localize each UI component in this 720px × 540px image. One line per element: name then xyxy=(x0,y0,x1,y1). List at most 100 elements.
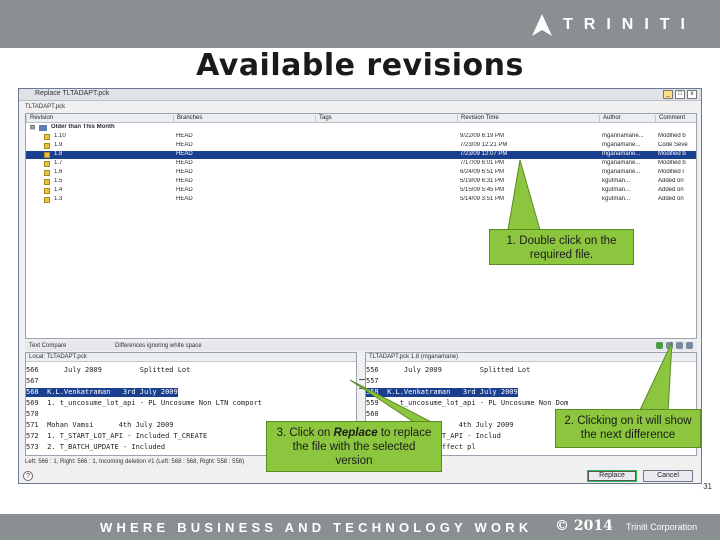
cell-author: mganamane... xyxy=(602,160,641,166)
group-row[interactable]: ⊟ Older than This Month xyxy=(26,124,696,132)
previous-difference-icon[interactable] xyxy=(676,342,683,349)
next-difference-icon[interactable] xyxy=(666,342,673,349)
cell-comment: Code Seve xyxy=(658,142,688,148)
cell-rev: 1.5 xyxy=(54,178,63,184)
minimize-button[interactable]: _ xyxy=(663,90,673,99)
cell-branch: HEAD xyxy=(176,142,193,148)
cell-branch: HEAD xyxy=(176,196,193,202)
maximize-button[interactable]: □ xyxy=(675,90,685,99)
table-row[interactable]: 1.7 HEAD 7/17/09 6:01 PM mganamane... Modifi… xyxy=(26,160,696,168)
code-line: 572 1. T_START_LOT_API - Included T_CREA… xyxy=(26,432,208,440)
next-change-icon[interactable] xyxy=(686,342,693,349)
code-line: 560 xyxy=(366,410,379,418)
cell-rev: 1.6 xyxy=(54,169,63,175)
group-label: Older than This Month xyxy=(51,124,115,130)
file-revision-icon xyxy=(44,197,50,203)
help-icon[interactable]: ? xyxy=(23,471,33,481)
diff-status-text: Left: 566 : 1, Right: 566 : 1, Incoming … xyxy=(25,459,245,465)
cell-rev: 1.9 xyxy=(54,142,63,148)
footer-bar: WHERE BUSINESS AND TECHNOLOGY WORK © 201… xyxy=(0,514,720,540)
table-row[interactable]: 1.6 HEAD 6/24/09 6:51 PM mganamane... Modifi… xyxy=(26,169,696,177)
column-header-author[interactable]: Author xyxy=(599,115,621,123)
column-header-tags[interactable]: Tags xyxy=(315,115,332,123)
cell-comment: Modified r xyxy=(658,169,685,175)
triniti-logo-icon xyxy=(532,14,552,36)
table-row[interactable]: 1.3 HEAD 5/14/09 3:51 PM kgutman... Added on xyxy=(26,196,696,204)
table-row[interactable]: 1.9 HEAD 7/23/09 12:21 PM mganamane... Code … xyxy=(26,142,696,150)
ignore-whitespace-option[interactable]: Differences ignoring white space xyxy=(115,343,202,349)
cell-time: 5/14/09 3:51 PM xyxy=(460,196,505,202)
cell-rev: 1.10 xyxy=(54,133,66,139)
cell-time: 5/19/09 6:31 PM xyxy=(460,178,505,184)
column-header-revision-time[interactable]: Revision Time xyxy=(457,115,499,123)
revision-table: Revision Branches Tags Revision Time Aut… xyxy=(25,113,697,339)
code-line: 559 1. t_uncosume_lot_api - PL Uncosume … xyxy=(366,399,569,407)
footer-copyright: © 2014 xyxy=(555,518,613,534)
logo-text: TRINITI xyxy=(563,16,696,33)
file-revision-icon xyxy=(44,161,50,167)
cell-rev: 1.4 xyxy=(54,187,63,193)
column-header-branches[interactable]: Branches xyxy=(173,115,202,123)
code-line: 567 xyxy=(26,377,39,385)
close-button[interactable]: x xyxy=(687,90,697,99)
file-revision-icon xyxy=(44,143,50,149)
compare-tools xyxy=(656,342,693,349)
calendar-icon xyxy=(39,125,47,131)
column-header-comment[interactable]: Comment xyxy=(655,115,685,123)
cell-branch: HEAD xyxy=(176,151,193,157)
cell-author: mganamane... xyxy=(602,142,641,148)
file-revision-icon xyxy=(44,152,50,158)
code-line: 570 xyxy=(26,410,39,418)
table-row[interactable]: 1.8 HEAD 7/23/09 12:07 PM mganamane... Modif… xyxy=(26,151,696,159)
cell-branch: HEAD xyxy=(176,178,193,184)
triniti-logo: TRINITI xyxy=(529,12,696,38)
copy-right-icon[interactable] xyxy=(656,342,663,349)
dialog-titlebar: Replace TLTADAPT.pck _ □ x xyxy=(19,89,701,101)
slide-title: Available revisions xyxy=(196,48,524,83)
file-revision-icon xyxy=(44,179,50,185)
code-line: 568 K.L.Venkatraman 3rd July 2009 xyxy=(26,388,178,397)
cell-author: kgutman... xyxy=(602,178,631,184)
collapse-icon[interactable]: ⊟ xyxy=(30,124,35,131)
table-row[interactable]: 1.10 HEAD 9/22/09 6:19 PM mgannamane... Modi… xyxy=(26,133,696,141)
code-line: 569 1. t_uncosume_lot_api - PL Uncosume … xyxy=(26,399,263,407)
cancel-button[interactable]: Cancel xyxy=(643,470,693,482)
cell-author: mgannamane... xyxy=(602,133,644,139)
callout-double-click: 1. Double click on the required file. xyxy=(489,229,634,265)
header-bar: TRINITI xyxy=(0,0,720,48)
code-line: 571 Mohan Vamsi 4th July 2009 xyxy=(26,421,174,429)
replace-button[interactable]: Replace xyxy=(587,470,637,482)
cell-comment: Modified b xyxy=(658,160,686,166)
cell-time: 7/17/09 6:01 PM xyxy=(460,160,505,166)
column-header-revision[interactable]: Revision xyxy=(26,115,53,123)
file-breadcrumb: TLTADAPT.pck xyxy=(25,104,66,110)
cell-branch: HEAD xyxy=(176,133,193,139)
cell-comment: Modified b xyxy=(658,151,686,157)
code-line: 556 July 2009 Splitted Lot xyxy=(366,366,531,374)
callout-replace-emphasis: Replace xyxy=(333,427,378,439)
file-revision-icon xyxy=(44,188,50,194)
right-pane-title: TLTADAPT.pck 1.8 (mganamane) xyxy=(366,353,696,362)
code-line: 558 K.L.Venkatraman 3rd July 2009 xyxy=(366,388,518,397)
callout-click-replace: 3. Click on Replace to replace the file … xyxy=(266,421,442,472)
cell-time: 5/15/09 5:45 PM xyxy=(460,187,505,193)
footer-corporation: Triniti Corporation xyxy=(626,522,698,532)
text-compare-label[interactable]: Text Compare xyxy=(29,343,66,349)
cell-time: 9/22/09 6:19 PM xyxy=(460,133,505,139)
cell-rev: 1.8 xyxy=(54,151,63,157)
file-revision-icon xyxy=(44,134,50,140)
cell-author: kgutman... xyxy=(602,187,631,193)
table-row[interactable]: 1.5 HEAD 5/19/09 6:31 PM kgutman... Added on xyxy=(26,178,696,186)
cell-branch: HEAD xyxy=(176,160,193,166)
code-line: 557 xyxy=(366,377,379,385)
cell-rev: 1.7 xyxy=(54,160,63,166)
cell-branch: HEAD xyxy=(176,169,193,175)
code-line: 573 2. T_BATCH_UPDATE - Included xyxy=(26,443,166,451)
table-row[interactable]: 1.4 HEAD 5/15/09 5:45 PM kgutman... Added on xyxy=(26,187,696,195)
footer-tagline: WHERE BUSINESS AND TECHNOLOGY WORK xyxy=(100,520,533,535)
callout-next-difference: 2. Clicking on it will show the next dif… xyxy=(555,409,701,448)
cell-rev: 1.3 xyxy=(54,196,63,202)
code-line: 566 July 2009 Splitted Lot xyxy=(26,366,191,374)
compare-toolbar: Text Compare Differences ignoring white … xyxy=(25,341,697,351)
cell-comment: Added on xyxy=(658,187,684,193)
